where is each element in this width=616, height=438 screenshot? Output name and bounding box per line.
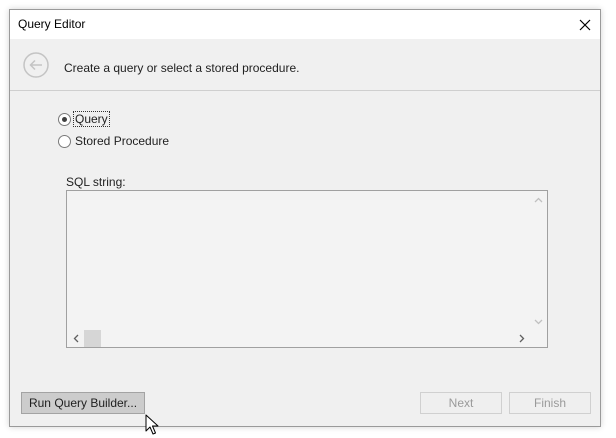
finish-button[interactable]: Finish [509, 392, 591, 414]
chevron-left-icon [73, 334, 78, 343]
query-radio[interactable] [58, 112, 71, 126]
scroll-up-button[interactable] [530, 191, 547, 208]
stored-procedure-radio[interactable] [58, 134, 71, 148]
scroll-down-button[interactable] [530, 313, 547, 330]
back-button[interactable] [23, 52, 49, 78]
sql-string-label: SQL string: [66, 175, 126, 189]
scroll-left-button[interactable] [67, 330, 84, 347]
run-query-builder-button[interactable]: Run Query Builder... [21, 392, 145, 414]
scroll-right-button[interactable] [513, 330, 530, 347]
chevron-down-icon [534, 319, 543, 324]
horizontal-scroll-thumb[interactable] [84, 330, 101, 347]
chevron-up-icon [534, 197, 543, 202]
close-button[interactable] [570, 10, 600, 39]
mouse-pointer-icon [145, 414, 159, 435]
sql-string-editor[interactable] [66, 190, 548, 348]
stored-procedure-option[interactable]: Stored Procedure [58, 133, 170, 149]
title-bar: Query Editor [10, 10, 600, 39]
horizontal-scrollbar[interactable] [67, 330, 530, 347]
header-instruction: Create a query or select a stored proced… [64, 61, 300, 75]
stored-procedure-radio-label[interactable]: Stored Procedure [74, 134, 170, 148]
chevron-right-icon [519, 334, 524, 343]
query-radio-label[interactable]: Query [73, 111, 110, 127]
vertical-scrollbar[interactable] [530, 191, 547, 330]
close-icon [579, 19, 591, 30]
next-button[interactable]: Next [420, 392, 502, 414]
query-option[interactable]: Query [58, 111, 110, 127]
back-arrow-icon [23, 52, 49, 78]
query-editor-dialog: Query Editor Create a query or select a … [9, 9, 601, 435]
wizard-header: Create a query or select a stored proced… [10, 39, 600, 91]
window-title: Query Editor [18, 17, 86, 31]
